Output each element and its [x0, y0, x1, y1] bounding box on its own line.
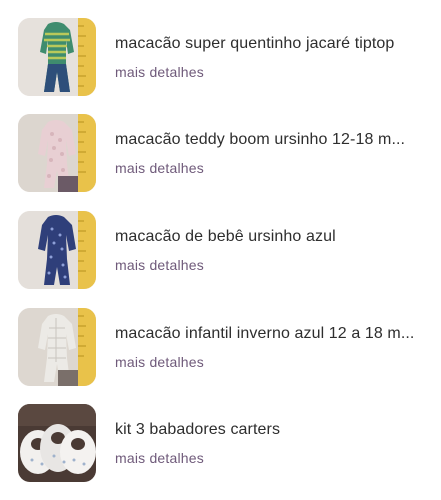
list-item[interactable]: macacão teddy boom ursinho 12-18 m... ma…	[0, 114, 441, 194]
details-link[interactable]: mais detalhes	[115, 450, 204, 466]
product-thumbnail[interactable]	[18, 404, 96, 482]
product-title[interactable]: macacão de bebê ursinho azul	[115, 228, 425, 246]
list-item[interactable]: macacão super quentinho jacaré tiptop ma…	[0, 18, 441, 98]
details-link[interactable]: mais detalhes	[115, 160, 204, 176]
product-title[interactable]: macacão teddy boom ursinho 12-18 m...	[115, 131, 425, 149]
white-bibs-image	[18, 404, 96, 482]
product-thumbnail[interactable]	[18, 18, 96, 96]
product-thumbnail[interactable]	[18, 114, 96, 192]
product-list: macacão super quentinho jacaré tiptop ma…	[0, 0, 441, 500]
green-knit-romper-image	[18, 18, 96, 96]
navy-bear-romper-image	[18, 211, 96, 289]
details-link[interactable]: mais detalhes	[115, 257, 204, 273]
product-title[interactable]: macacão super quentinho jacaré tiptop	[115, 35, 425, 53]
list-item[interactable]: kit 3 babadores carters mais detalhes	[0, 404, 441, 484]
product-thumbnail[interactable]	[18, 211, 96, 289]
details-link[interactable]: mais detalhes	[115, 64, 204, 80]
light-gray-winter-romper-image	[18, 308, 96, 386]
pink-teddy-romper-image	[18, 114, 96, 192]
list-item[interactable]: macacão infantil inverno azul 12 a 18 m.…	[0, 308, 441, 388]
details-link[interactable]: mais detalhes	[115, 354, 204, 370]
product-thumbnail[interactable]	[18, 308, 96, 386]
list-item[interactable]: macacão de bebê ursinho azul mais detalh…	[0, 211, 441, 291]
product-title[interactable]: macacão infantil inverno azul 12 a 18 m.…	[115, 325, 425, 343]
product-title[interactable]: kit 3 babadores carters	[115, 421, 425, 439]
